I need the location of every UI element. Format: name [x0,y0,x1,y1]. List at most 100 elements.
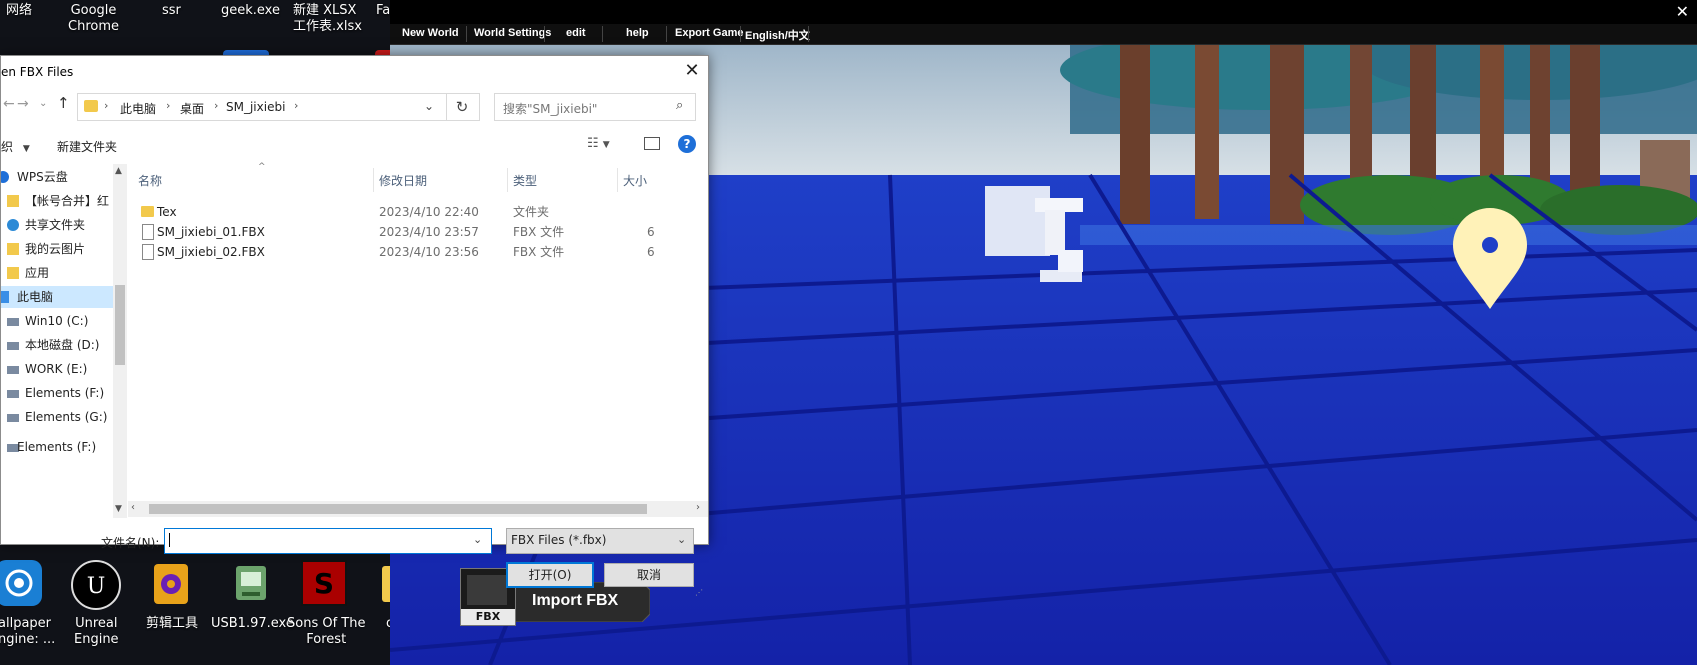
recent-chevron-icon[interactable]: ⌄ [39,98,47,109]
search-input[interactable]: 搜索"SM_jixiebi" [503,100,597,117]
open-button[interactable]: 打开(O) [506,562,594,588]
text-caret [169,533,170,547]
help-icon[interactable]: ? [678,135,696,153]
wallpaper-engine-icon[interactable] [0,560,42,606]
menu-language[interactable]: English/中文 [745,27,810,43]
computer-icon [1,291,9,303]
usb-tool-icon[interactable] [228,560,274,606]
menu-separator [740,26,741,42]
filetype-select[interactable]: FBX Files (*.fbx) ⌄ [506,528,694,554]
desktop-icon-ssr[interactable]: ssr [162,3,181,19]
nav-item-drive-e[interactable]: WORK (E:) [1,358,113,380]
back-icon[interactable]: ← [3,96,15,112]
nav-item-drive-f2[interactable]: Elements (F:) [1,436,113,458]
folder-icon [7,195,19,207]
resize-grip-icon[interactable]: ⋰ [695,588,703,597]
nav-item-label: WPS云盘 [17,170,68,184]
column-divider[interactable] [373,168,374,192]
nav-item-drive-f[interactable]: Elements (F:) [1,382,113,404]
breadcrumb-chevron-icon[interactable]: › [104,99,108,112]
nav-item-drive-d[interactable]: 本地磁盘 (D:) [1,334,113,356]
filename-dropdown-icon[interactable]: ⌄ [473,533,482,546]
desktop-icon-network[interactable]: 网络 [6,3,32,19]
game-close-icon[interactable]: ✕ [1676,2,1689,21]
nav-item-this-pc[interactable]: 此电脑 [1,286,113,308]
nav-item-shared-folder[interactable]: 共享文件夹 [1,214,113,236]
new-folder-button[interactable]: 新建文件夹 [57,138,117,155]
preview-pane-icon[interactable] [644,137,660,150]
view-options-icon[interactable]: ☷ ▼ [587,136,610,151]
menu-edit[interactable]: edit [566,27,586,39]
menu-help[interactable]: help [626,27,649,39]
sons-of-the-forest-icon[interactable]: S [301,560,347,606]
breadcrumb-item[interactable]: 此电脑 [120,100,156,117]
file-row[interactable]: SM_jixiebi_02.FBX 2023/4/10 23:56 FBX 文件… [128,242,708,262]
address-bar[interactable]: › 此电脑 › 桌面 › SM_jixiebi › ⌄ [77,93,447,121]
obj-folder-icon[interactable] [382,560,390,606]
breadcrumb-chevron-icon[interactable]: › [214,99,218,112]
nav-item-label: Elements (F:) [17,440,97,454]
nav-item-drive-c[interactable]: Win10 (C:) [1,310,113,332]
search-icon[interactable]: ⌕ [676,98,683,113]
breadcrumb-chevron-icon[interactable]: › [166,99,170,112]
breadcrumb-item[interactable]: 桌面 [180,100,204,117]
nav-item-label: Win10 (C:) [25,314,89,328]
menu-separator [666,26,667,42]
nav-pane-scroll-thumb[interactable] [115,285,125,365]
forward-icon[interactable]: → [17,96,29,112]
column-header-type[interactable]: 类型 [513,172,537,189]
file-row[interactable]: Tex 2023/4/10 22:40 文件夹 [128,202,708,222]
filename-input[interactable]: ⌄ [164,528,492,554]
column-divider[interactable] [507,168,508,192]
desktop-icon-facerig[interactable]: FaceRig [376,3,390,19]
desktop-icon-label: Engine [74,632,119,647]
breadcrumb-chevron-icon[interactable]: › [294,99,298,112]
nav-item-label: 应用 [25,266,50,280]
scroll-up-icon[interactable]: ▲ [115,166,122,176]
desktop-icon-geek[interactable]: geek.exe [221,3,280,19]
refresh-icon[interactable]: ↻ [445,93,480,121]
breadcrumb-item[interactable]: SM_jixiebi [226,100,285,114]
file-list-scroll-thumb[interactable] [149,504,647,514]
unreal-engine-icon[interactable]: U [71,560,121,610]
nav-item-wps-cloud[interactable]: WPS云盘 [1,166,113,188]
desktop-icon-xlsx[interactable]: 新建 XLSX 工作表.xlsx [293,3,362,35]
drive-icon [7,318,19,326]
editing-tool-icon[interactable] [148,560,194,606]
scroll-right-icon[interactable]: › [696,502,700,513]
nav-item-apps[interactable]: 应用 [1,262,113,284]
import-fbx-button[interactable]: FBX Import FBX [460,568,650,626]
nav-item-label: 本地磁盘 (D:) [25,338,100,352]
sons-of-the-forest-icon: S [303,562,345,604]
organize-button[interactable]: 织 ▼ [1,138,30,155]
file-size: 6 [647,225,655,239]
column-header-name[interactable]: 名称 [138,172,162,189]
desktop-icon-editing-tool[interactable]: 剪辑工具 [146,616,198,632]
desktop-icon-sons-of-the-forest[interactable]: Sons Of The Forest [287,616,365,648]
menu-world-settings[interactable]: World Settings [474,27,551,39]
menu-new-world[interactable]: New World [402,27,459,39]
cancel-button[interactable]: 取消 [604,563,694,587]
nav-item-account-merge[interactable]: 【帐号合并】红 [1,190,113,212]
column-header-size[interactable]: 大小 [623,172,647,189]
file-size: 6 [647,245,655,259]
close-icon[interactable]: ✕ [681,60,703,82]
column-header-date[interactable]: 修改日期 [379,172,427,189]
scroll-left-icon[interactable]: ‹ [131,502,135,513]
drive-icon [7,390,19,398]
up-icon[interactable]: ↑ [57,94,70,112]
desktop-icon-label: 工作表.xlsx [293,19,362,34]
scroll-down-icon[interactable]: ▼ [115,504,122,514]
desktop-icon-label: Forest [306,632,347,647]
desktop-icon-usb[interactable]: USB1.97.exe [211,616,294,632]
menu-export-game[interactable]: Export Game [675,27,743,39]
desktop-icon-chrome[interactable]: Google Chrome [68,3,119,35]
desktop-icon-unreal-engine[interactable]: Unreal Engine [74,616,119,648]
nav-item-drive-g[interactable]: Elements (G:) [1,406,113,428]
column-divider[interactable] [617,168,618,192]
desktop-icon-wallpaper-engine[interactable]: allpaper ngine: ... [0,616,55,648]
address-dropdown-icon[interactable]: ⌄ [424,99,434,113]
file-row[interactable]: SM_jixiebi_01.FBX 2023/4/10 23:57 FBX 文件… [128,222,708,242]
search-box[interactable]: 搜索"SM_jixiebi" ⌕ [494,93,696,121]
nav-item-cloud-pictures[interactable]: 我的云图片 [1,238,113,260]
